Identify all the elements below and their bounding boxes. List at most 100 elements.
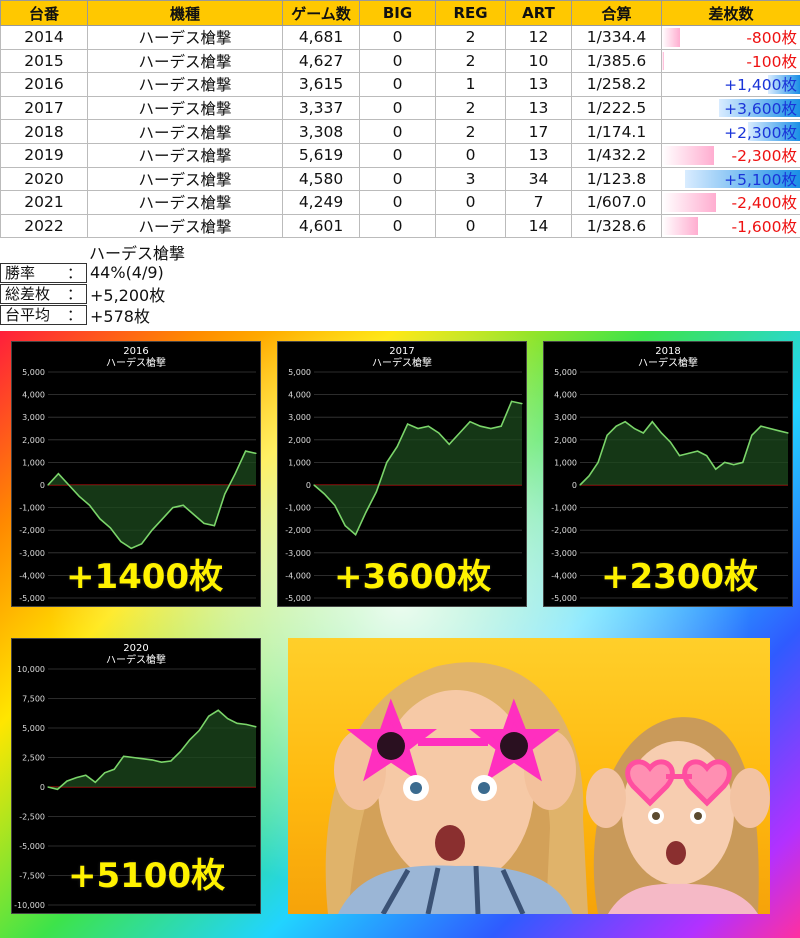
chart-title: 2016	[123, 346, 148, 357]
data-point	[47, 786, 49, 788]
table-row: 2017 ハーデス槍撃 3,337 0 2 13 1/222.5 +3,600枚	[0, 95, 800, 121]
row-art: 13	[505, 142, 572, 168]
total-diff-row: 総差枚 ： +5,200枚	[0, 283, 165, 305]
data-point	[511, 400, 513, 402]
row-big: 0	[359, 119, 436, 144]
data-point	[344, 525, 346, 527]
y-tick-label: -3,000	[285, 549, 311, 558]
y-tick-label: 2,000	[22, 436, 45, 445]
data-point	[651, 421, 653, 423]
data-point	[633, 427, 635, 430]
data-point	[198, 729, 200, 731]
data-point	[245, 723, 248, 726]
row-art: 13	[505, 95, 572, 121]
data-point	[151, 529, 153, 531]
data-point	[733, 464, 735, 466]
row-big: 0	[359, 48, 436, 74]
y-tick-label: -3,000	[19, 549, 45, 558]
data-point	[104, 772, 106, 774]
y-tick-label: -5,000	[551, 594, 577, 603]
row-diff: -100枚	[661, 48, 800, 74]
data-point	[500, 425, 502, 427]
row-machine: ハーデス槍撃	[87, 25, 283, 50]
data-point	[203, 522, 205, 525]
data-point	[151, 759, 153, 761]
table-row: 2019 ハーデス槍撃 5,619 0 0 13 1/432.2 -2,300枚	[0, 142, 800, 168]
col-header-no: 台番	[0, 0, 88, 26]
y-tick-label: 0	[40, 481, 45, 490]
y-tick-label: -1,000	[19, 504, 45, 513]
data-point	[706, 455, 708, 457]
win-rate-label-box: 勝率 ：	[0, 262, 87, 283]
row-no: 2018	[0, 119, 88, 144]
y-tick-label: 4,000	[22, 391, 45, 400]
y-tick-label: -2,500	[19, 813, 45, 822]
data-point	[448, 443, 450, 445]
chart-title: 2020	[123, 643, 148, 654]
data-point	[255, 726, 257, 728]
row-no: 2017	[0, 95, 88, 121]
y-tick-label: -2,000	[551, 526, 577, 535]
y-tick-label: -1,000	[551, 504, 577, 513]
data-point	[642, 432, 644, 434]
row-diff: +5,100枚	[661, 166, 800, 192]
colon: ：	[66, 285, 82, 303]
win-rate-row: 勝率 ： 44%(4/9)	[0, 262, 164, 283]
data-point	[469, 421, 471, 423]
data-point	[245, 450, 247, 452]
y-tick-label: -2,000	[285, 526, 311, 535]
row-machine: ハーデス槍撃	[87, 142, 283, 168]
row-machine: ハーデス槍撃	[87, 48, 283, 74]
results-table: 台番 機種 ゲーム数 BIG REG ART 合算 差枚数 2014 ハーデス槍撃…	[0, 0, 800, 239]
row-no: 2016	[0, 72, 88, 97]
row-rate: 1/334.4	[571, 25, 662, 50]
colon: ：	[66, 264, 82, 282]
row-machine: ハーデス槍撃	[87, 72, 283, 97]
data-point	[588, 475, 590, 477]
table-row: 2018 ハーデス槍撃 3,308 0 2 17 1/174.1 +2,300枚	[0, 119, 800, 144]
series-area	[48, 451, 256, 549]
data-point	[313, 484, 315, 486]
row-rate: 1/123.8	[571, 166, 662, 192]
y-tick-label: 2,000	[554, 436, 577, 445]
result-label-2016: +1400枚	[66, 557, 224, 597]
data-point	[47, 484, 49, 486]
surprised-girls-photo	[288, 638, 770, 914]
y-tick-label: -4,000	[551, 571, 577, 580]
data-point	[787, 432, 789, 434]
col-header-rate: 合算	[571, 0, 662, 26]
y-tick-label: 4,000	[288, 391, 311, 400]
data-point	[597, 461, 599, 463]
row-art: 17	[505, 119, 572, 144]
row-big: 0	[359, 25, 436, 50]
y-tick-label: -5,000	[19, 594, 45, 603]
data-point	[365, 511, 367, 513]
row-games: 3,337	[282, 95, 360, 121]
row-reg: 2	[435, 119, 506, 144]
y-tick-label: -2,000	[19, 526, 45, 535]
photo-illustration	[325, 662, 770, 914]
row-diff: -1,600枚	[661, 213, 800, 239]
col-header-art: ART	[505, 0, 572, 26]
y-tick-label: -4,000	[285, 571, 311, 580]
chart-subtitle: ハーデス槍撃	[638, 356, 698, 369]
diff-value: -800枚	[746, 29, 797, 48]
result-label-2018: +2300枚	[601, 557, 759, 597]
col-header-big: BIG	[359, 0, 436, 26]
row-reg: 0	[435, 190, 506, 215]
table-row: 2014 ハーデス槍撃 4,681 0 2 12 1/334.4 -800枚	[0, 25, 800, 50]
row-art: 12	[505, 25, 572, 50]
col-header-reg: REG	[435, 0, 506, 26]
row-reg: 3	[435, 166, 506, 192]
data-point	[255, 452, 257, 454]
row-reg: 2	[435, 48, 506, 74]
row-machine: ハーデス槍撃	[87, 166, 283, 192]
diff-value: +3,600枚	[724, 100, 797, 119]
chart-title: 2018	[655, 346, 680, 357]
average-label-box: 台平均 ：	[0, 304, 87, 325]
data-point	[89, 504, 91, 506]
row-diff: -2,400枚	[661, 190, 800, 215]
average-label: 台平均	[5, 306, 51, 324]
y-tick-label: 0	[306, 481, 311, 490]
data-point	[438, 432, 440, 434]
